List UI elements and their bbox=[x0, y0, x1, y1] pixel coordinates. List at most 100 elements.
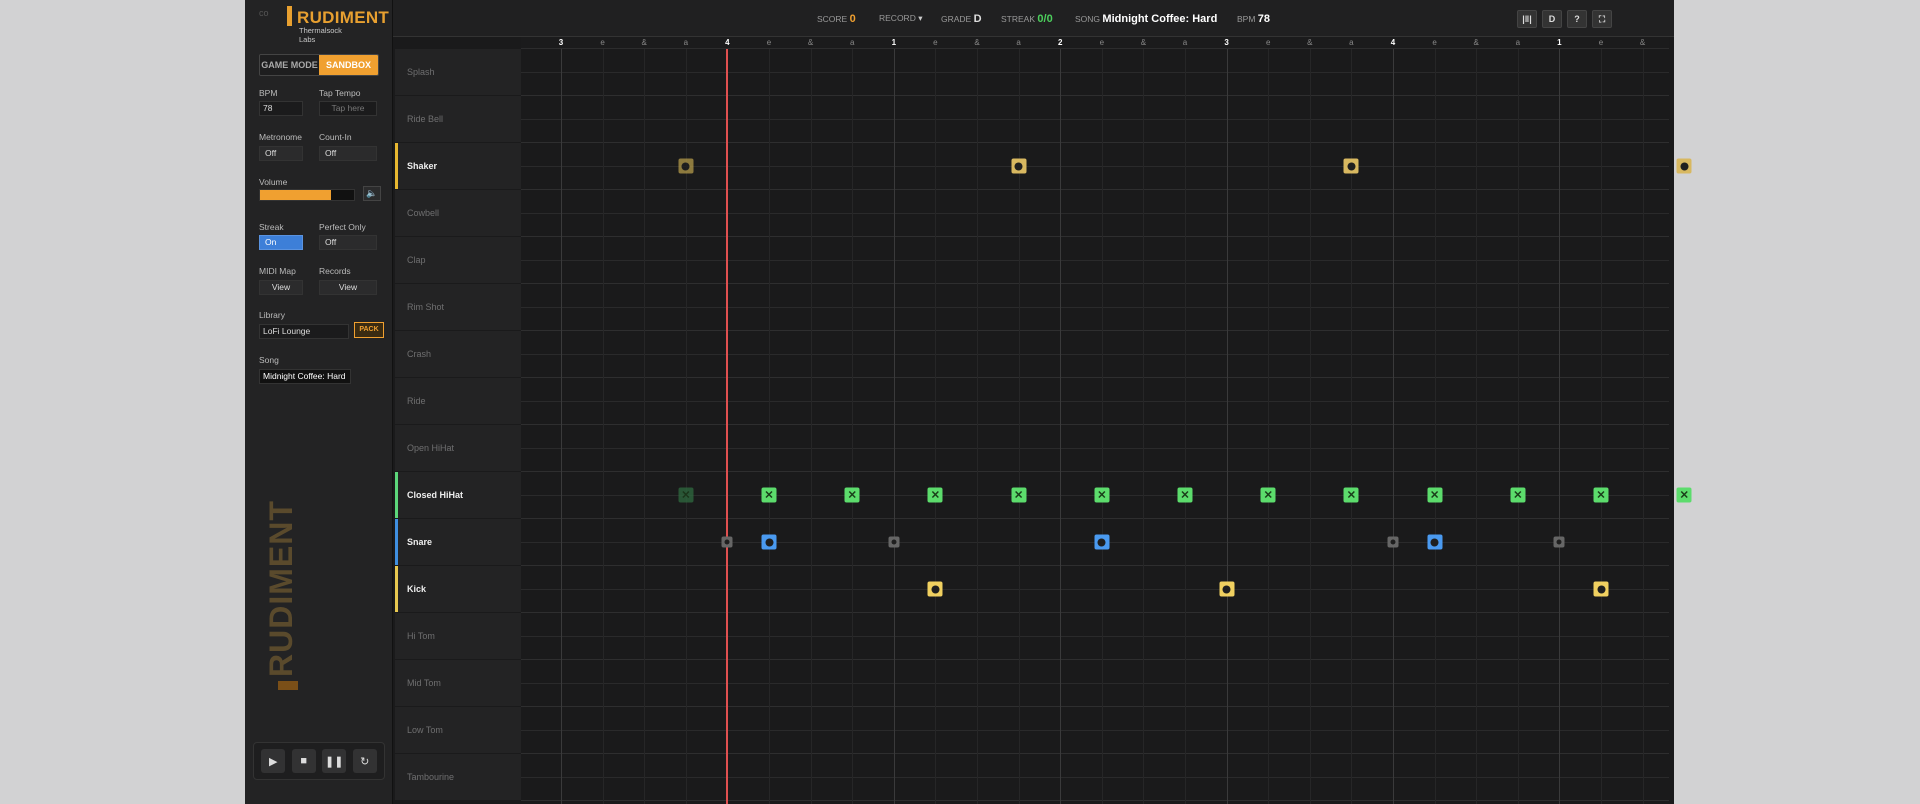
streak-toggle[interactable]: On bbox=[259, 235, 303, 250]
lane-ride[interactable] bbox=[521, 378, 1669, 425]
library-select[interactable]: LoFi Lounge bbox=[259, 324, 349, 339]
play-icon[interactable]: ▶ bbox=[261, 749, 286, 773]
help-button[interactable]: ? bbox=[1567, 10, 1587, 28]
volume-slider[interactable] bbox=[259, 189, 355, 201]
bpm-value: 78 bbox=[1257, 13, 1271, 25]
bpm-label: BPM bbox=[1237, 14, 1256, 24]
track-cowbell[interactable]: Cowbell bbox=[395, 190, 521, 237]
note-marker[interactable] bbox=[761, 534, 777, 550]
lane-clap[interactable] bbox=[521, 237, 1669, 284]
stop-icon[interactable]: ■ bbox=[291, 749, 316, 773]
song-select[interactable]: Midnight Coffee: Hard bbox=[259, 369, 351, 384]
hihat-note-marker[interactable] bbox=[1260, 487, 1276, 503]
sidebar: co RUDIMENT Thermalsock Labs GAME MODE S… bbox=[245, 0, 393, 804]
hihat-note-marker[interactable] bbox=[761, 487, 777, 503]
lane-rim-shot[interactable] bbox=[521, 284, 1669, 331]
records-label: Records bbox=[319, 266, 351, 276]
streak-label: Streak bbox=[259, 222, 284, 232]
hihat-note-marker[interactable] bbox=[678, 487, 694, 503]
grid-line bbox=[852, 49, 854, 804]
track-label: Shaker bbox=[407, 161, 438, 171]
lane-mid-tom[interactable] bbox=[521, 660, 1669, 707]
lane-crash[interactable] bbox=[521, 331, 1669, 378]
chevron-down-icon: ▾ bbox=[918, 13, 923, 23]
lane-splash[interactable] bbox=[521, 49, 1669, 96]
track-splash[interactable]: Splash bbox=[395, 49, 521, 96]
lane-ride-bell[interactable] bbox=[521, 96, 1669, 143]
record-label: RECORD bbox=[879, 13, 916, 23]
levels-icon[interactable]: |‖| bbox=[1517, 10, 1537, 28]
track-label: Ride Bell bbox=[407, 114, 444, 124]
score-label: SCORE bbox=[817, 14, 848, 24]
ruler-tick: 2 bbox=[1057, 38, 1063, 47]
records-view-button[interactable]: View bbox=[319, 280, 377, 295]
track-tambourine[interactable]: Tambourine bbox=[395, 754, 521, 801]
ruler-tick: 4 bbox=[725, 38, 730, 47]
track-mid-tom[interactable]: Mid Tom bbox=[395, 660, 521, 707]
game-mode-button[interactable]: GAME MODE bbox=[260, 55, 319, 75]
hihat-note-marker[interactable] bbox=[927, 487, 943, 503]
track-kick[interactable]: Kick bbox=[395, 566, 521, 613]
note-marker[interactable] bbox=[1343, 158, 1359, 174]
record-dropdown[interactable]: RECORD ▾ bbox=[879, 13, 923, 24]
perfect-only-label: Perfect Only bbox=[319, 222, 366, 232]
note-marker[interactable] bbox=[1387, 536, 1399, 548]
app-window: co RUDIMENT Thermalsock Labs GAME MODE S… bbox=[245, 0, 1692, 804]
sandbox-button[interactable]: SANDBOX bbox=[319, 55, 378, 75]
note-marker[interactable] bbox=[1676, 158, 1692, 174]
track-closed-hihat[interactable]: Closed HiHat bbox=[395, 472, 521, 519]
hihat-note-marker[interactable] bbox=[844, 487, 860, 503]
track-rim-shot[interactable]: Rim Shot bbox=[395, 284, 521, 331]
lane-open-hihat[interactable] bbox=[521, 425, 1669, 472]
track-low-tom[interactable]: Low Tom bbox=[395, 707, 521, 754]
hihat-note-marker[interactable] bbox=[1094, 487, 1110, 503]
pause-icon[interactable]: ❚❚ bbox=[322, 749, 347, 773]
lane-hi-tom[interactable] bbox=[521, 613, 1669, 660]
loop-icon[interactable]: ↻ bbox=[352, 749, 377, 773]
mode-toggle: GAME MODE SANDBOX bbox=[259, 54, 379, 76]
ruler-tick: a bbox=[1349, 38, 1354, 47]
track-label: Tambourine bbox=[407, 772, 455, 782]
track-ride[interactable]: Ride bbox=[395, 378, 521, 425]
lane-tambourine[interactable] bbox=[521, 754, 1669, 801]
hihat-note-marker[interactable] bbox=[1593, 487, 1609, 503]
track-open-hihat[interactable]: Open HiHat bbox=[395, 425, 521, 472]
bpm-input[interactable]: 78 bbox=[259, 101, 303, 116]
track-ride-bell[interactable]: Ride Bell bbox=[395, 96, 521, 143]
sequencer-grid: Splash Ride Bell Shaker Cowbell Clap Rim Shot… bbox=[395, 37, 1692, 804]
note-marker[interactable] bbox=[1593, 581, 1609, 597]
speaker-icon[interactable]: 🔈 bbox=[363, 186, 381, 201]
note-marker[interactable] bbox=[1553, 536, 1565, 548]
hihat-note-marker[interactable] bbox=[1510, 487, 1526, 503]
hihat-note-marker[interactable] bbox=[1011, 487, 1027, 503]
lane-kick[interactable] bbox=[521, 566, 1669, 613]
perfect-only-toggle[interactable]: Off bbox=[319, 235, 377, 250]
note-marker[interactable] bbox=[927, 581, 943, 597]
hihat-note-marker[interactable] bbox=[1343, 487, 1359, 503]
hihat-note-marker[interactable] bbox=[1427, 487, 1443, 503]
track-clap[interactable]: Clap bbox=[395, 237, 521, 284]
note-marker[interactable] bbox=[888, 536, 900, 548]
note-marker[interactable] bbox=[1011, 158, 1027, 174]
hihat-note-marker[interactable] bbox=[1676, 487, 1692, 503]
track-hi-tom[interactable]: Hi Tom bbox=[395, 613, 521, 660]
pack-button[interactable]: PACK bbox=[354, 322, 384, 338]
note-marker[interactable] bbox=[1219, 581, 1235, 597]
tap-tempo-button[interactable]: Tap here bbox=[319, 101, 377, 116]
track-shaker[interactable]: Shaker bbox=[395, 143, 521, 190]
fullscreen-icon[interactable]: ⛶ bbox=[1592, 10, 1612, 28]
midi-map-view-button[interactable]: View bbox=[259, 280, 303, 295]
track-crash[interactable]: Crash bbox=[395, 331, 521, 378]
note-marker[interactable] bbox=[678, 158, 694, 174]
note-marker[interactable] bbox=[1094, 534, 1110, 550]
note-marker[interactable] bbox=[1427, 534, 1443, 550]
grid-line bbox=[1268, 49, 1270, 804]
lane-cowbell[interactable] bbox=[521, 190, 1669, 237]
difficulty-button[interactable]: D bbox=[1542, 10, 1562, 28]
note-marker[interactable] bbox=[721, 536, 733, 548]
count-in-toggle[interactable]: Off bbox=[319, 146, 377, 161]
hihat-note-marker[interactable] bbox=[1177, 487, 1193, 503]
metronome-toggle[interactable]: Off bbox=[259, 146, 303, 161]
track-snare[interactable]: Snare bbox=[395, 519, 521, 566]
lane-low-tom[interactable] bbox=[521, 707, 1669, 754]
